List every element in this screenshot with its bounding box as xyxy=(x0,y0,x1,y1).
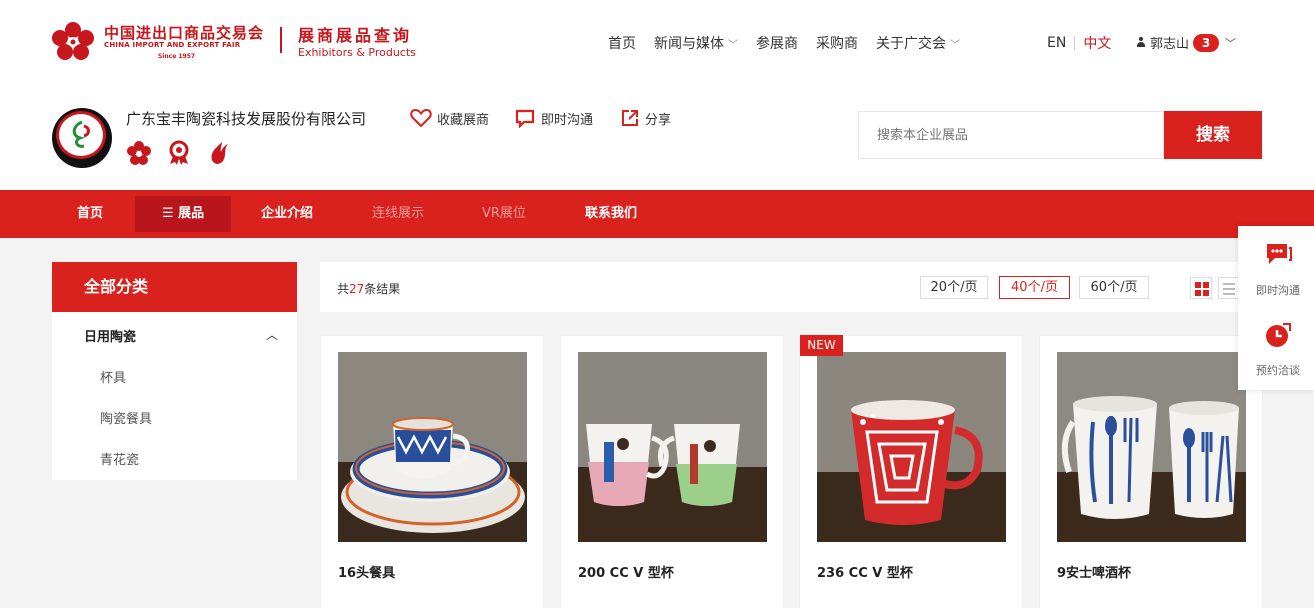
chat-icon xyxy=(515,109,535,128)
company-emblem-icon xyxy=(72,120,90,148)
count-number: 27 xyxy=(349,282,365,296)
logo-cn-text: 中国进出口商品交易会 xyxy=(104,24,265,42)
product-card[interactable]: 16头餐具 xyxy=(320,335,544,608)
share-label: 分享 xyxy=(645,112,672,128)
nav-news-label: 新闻与媒体 xyxy=(654,36,724,52)
category-daily-ceramics[interactable]: 日用陶瓷 xyxy=(84,326,136,345)
section-title-en[interactable]: Exhibitors & Products xyxy=(298,46,416,59)
subnav-contact-us[interactable]: 联系我们 xyxy=(585,190,637,238)
canton-fair-logo-icon[interactable] xyxy=(50,21,96,61)
exhibitor-subnav: 首页 ☰ 展品 企业介绍 连线展示 VR展位 联系我们 xyxy=(0,190,1314,238)
page-size-20[interactable]: 20个/页 xyxy=(920,276,988,299)
heart-icon xyxy=(410,108,432,128)
results-toolbar: 共27条结果 20个/页 40个/页 60个/页 xyxy=(320,262,1260,312)
company-search-button[interactable]: 搜索 xyxy=(1164,111,1262,159)
nav-home-label: 首页 xyxy=(608,36,636,52)
all-categories-header[interactable]: 全部分类 xyxy=(52,262,297,312)
nav-exhibitors-label: 参展商 xyxy=(756,36,798,52)
nav-about-label: 关于广交会 xyxy=(876,36,946,52)
nav-about[interactable]: 关于广交会 ﹀ xyxy=(876,33,960,53)
company-logo xyxy=(52,108,112,168)
nav-exhibitors[interactable]: 参展商 xyxy=(756,33,798,53)
chevron-up-icon[interactable]: ︿ xyxy=(266,326,278,343)
float-appointment-label: 预约洽谈 xyxy=(1256,364,1300,377)
language-switch: EN 中文 xyxy=(1047,33,1111,53)
share-button[interactable]: 分享 xyxy=(620,108,671,128)
nav-home[interactable]: 首页 xyxy=(608,33,636,53)
logo-divider xyxy=(280,27,282,53)
product-image[interactable] xyxy=(817,352,1006,542)
grid-view-icon[interactable] xyxy=(1190,277,1212,299)
share-icon xyxy=(622,110,638,126)
list-icon: ☰ xyxy=(161,206,174,221)
product-image[interactable] xyxy=(1057,352,1246,542)
user-icon xyxy=(1136,37,1146,48)
count-suffix: 条结果 xyxy=(364,282,401,296)
award-badge-icon xyxy=(169,140,189,165)
nav-buyers-label: 采购商 xyxy=(816,36,858,52)
site-header: 中国进出口商品交易会 CHINA IMPORT AND EXPORT FAIR … xyxy=(0,0,1314,90)
chat-bubble-icon xyxy=(1267,244,1292,264)
flame-badge-icon xyxy=(211,142,228,164)
tableware-set-image xyxy=(338,352,527,542)
subnav-home[interactable]: 首页 xyxy=(77,190,103,238)
company-name: 广东宝丰陶瓷科技发展股份有限公司 xyxy=(126,110,367,128)
subnav-products[interactable]: ☰ 展品 xyxy=(135,196,231,232)
user-menu[interactable]: 郭志山 3 ﹀ xyxy=(1136,33,1236,52)
product-name[interactable]: 9安士啤酒杯 xyxy=(1057,562,1131,581)
subnav-vr-booth[interactable]: VR展位 xyxy=(482,190,526,238)
company-search-input[interactable] xyxy=(858,111,1164,159)
exhibitor-badges xyxy=(126,140,246,166)
red-v-mug-image xyxy=(817,352,1006,542)
clock-icon xyxy=(1266,323,1291,347)
chevron-down-icon: ﹀ xyxy=(950,39,960,51)
favorite-exhibitor-button[interactable]: 收藏展商 xyxy=(410,108,489,128)
logo-since-text: Since 1957 xyxy=(158,53,196,60)
beer-mug-pair-image xyxy=(1057,352,1246,542)
nav-news-media[interactable]: 新闻与媒体 ﹀ xyxy=(654,33,738,53)
product-image[interactable] xyxy=(338,352,527,542)
subnav-products-label: 展品 xyxy=(178,206,205,221)
v-mug-pair-image xyxy=(578,352,767,542)
category-sidebar: 全部分类 日用陶瓷 ︿ 杯具 陶瓷餐具 青花瓷 xyxy=(52,262,297,480)
section-title[interactable]: 展商展品查询 xyxy=(298,22,412,46)
subnav-company-intro[interactable]: 企业介绍 xyxy=(261,190,313,238)
subcategory-cups[interactable]: 杯具 xyxy=(100,367,126,386)
list-view-icon[interactable] xyxy=(1218,277,1240,299)
notification-badge[interactable]: 3 xyxy=(1193,33,1220,52)
product-name[interactable]: 200 CC V 型杯 xyxy=(578,562,674,581)
float-chat-label: 即时沟通 xyxy=(1256,284,1300,297)
nav-buyers[interactable]: 采购商 xyxy=(816,33,858,53)
product-card[interactable]: 9安士啤酒杯 xyxy=(1039,335,1263,608)
logo-en-text: CHINA IMPORT AND EXPORT FAIR xyxy=(104,41,241,49)
user-name: 郭志山 xyxy=(1150,37,1190,52)
favorite-label: 收藏展商 xyxy=(437,112,490,128)
lang-zh-link[interactable]: 中文 xyxy=(1083,33,1111,53)
instant-chat-button[interactable]: 即时沟通 xyxy=(514,108,593,128)
count-prefix: 共 xyxy=(337,282,350,296)
brand-exhibitor-badge-icon xyxy=(127,141,151,165)
product-card[interactable]: 200 CC V 型杯 xyxy=(560,335,784,608)
product-card[interactable]: 236 CC V 型杯 xyxy=(799,335,1023,608)
chat-label: 即时沟通 xyxy=(541,112,594,128)
page-size-40[interactable]: 40个/页 xyxy=(999,276,1070,299)
lang-divider xyxy=(1074,36,1076,50)
top-nav: 首页 新闻与媒体 ﹀ 参展商 采购商 关于广交会 ﹀ xyxy=(608,33,978,53)
new-badge: NEW xyxy=(800,335,843,356)
product-name[interactable]: 236 CC V 型杯 xyxy=(817,562,913,581)
lang-en-link[interactable]: EN xyxy=(1047,35,1066,51)
subcategory-blue-white-porcelain[interactable]: 青花瓷 xyxy=(100,449,139,468)
product-name[interactable]: 16头餐具 xyxy=(338,562,395,581)
page-size-60[interactable]: 60个/页 xyxy=(1079,276,1149,299)
subcategory-ceramic-tableware[interactable]: 陶瓷餐具 xyxy=(100,408,152,427)
chevron-down-icon: ﹀ xyxy=(1225,36,1237,50)
company-header: 广东宝丰陶瓷科技发展股份有限公司 收藏展商 即时沟通 分享 搜索 xyxy=(0,90,1314,190)
results-count: 共27条结果 xyxy=(337,280,400,297)
product-image[interactable] xyxy=(578,352,767,542)
chevron-down-icon: ﹀ xyxy=(728,39,738,51)
subnav-live-showcase[interactable]: 连线展示 xyxy=(372,190,424,238)
floating-service-panel: 即时沟通 预约洽谈 xyxy=(1238,226,1314,390)
